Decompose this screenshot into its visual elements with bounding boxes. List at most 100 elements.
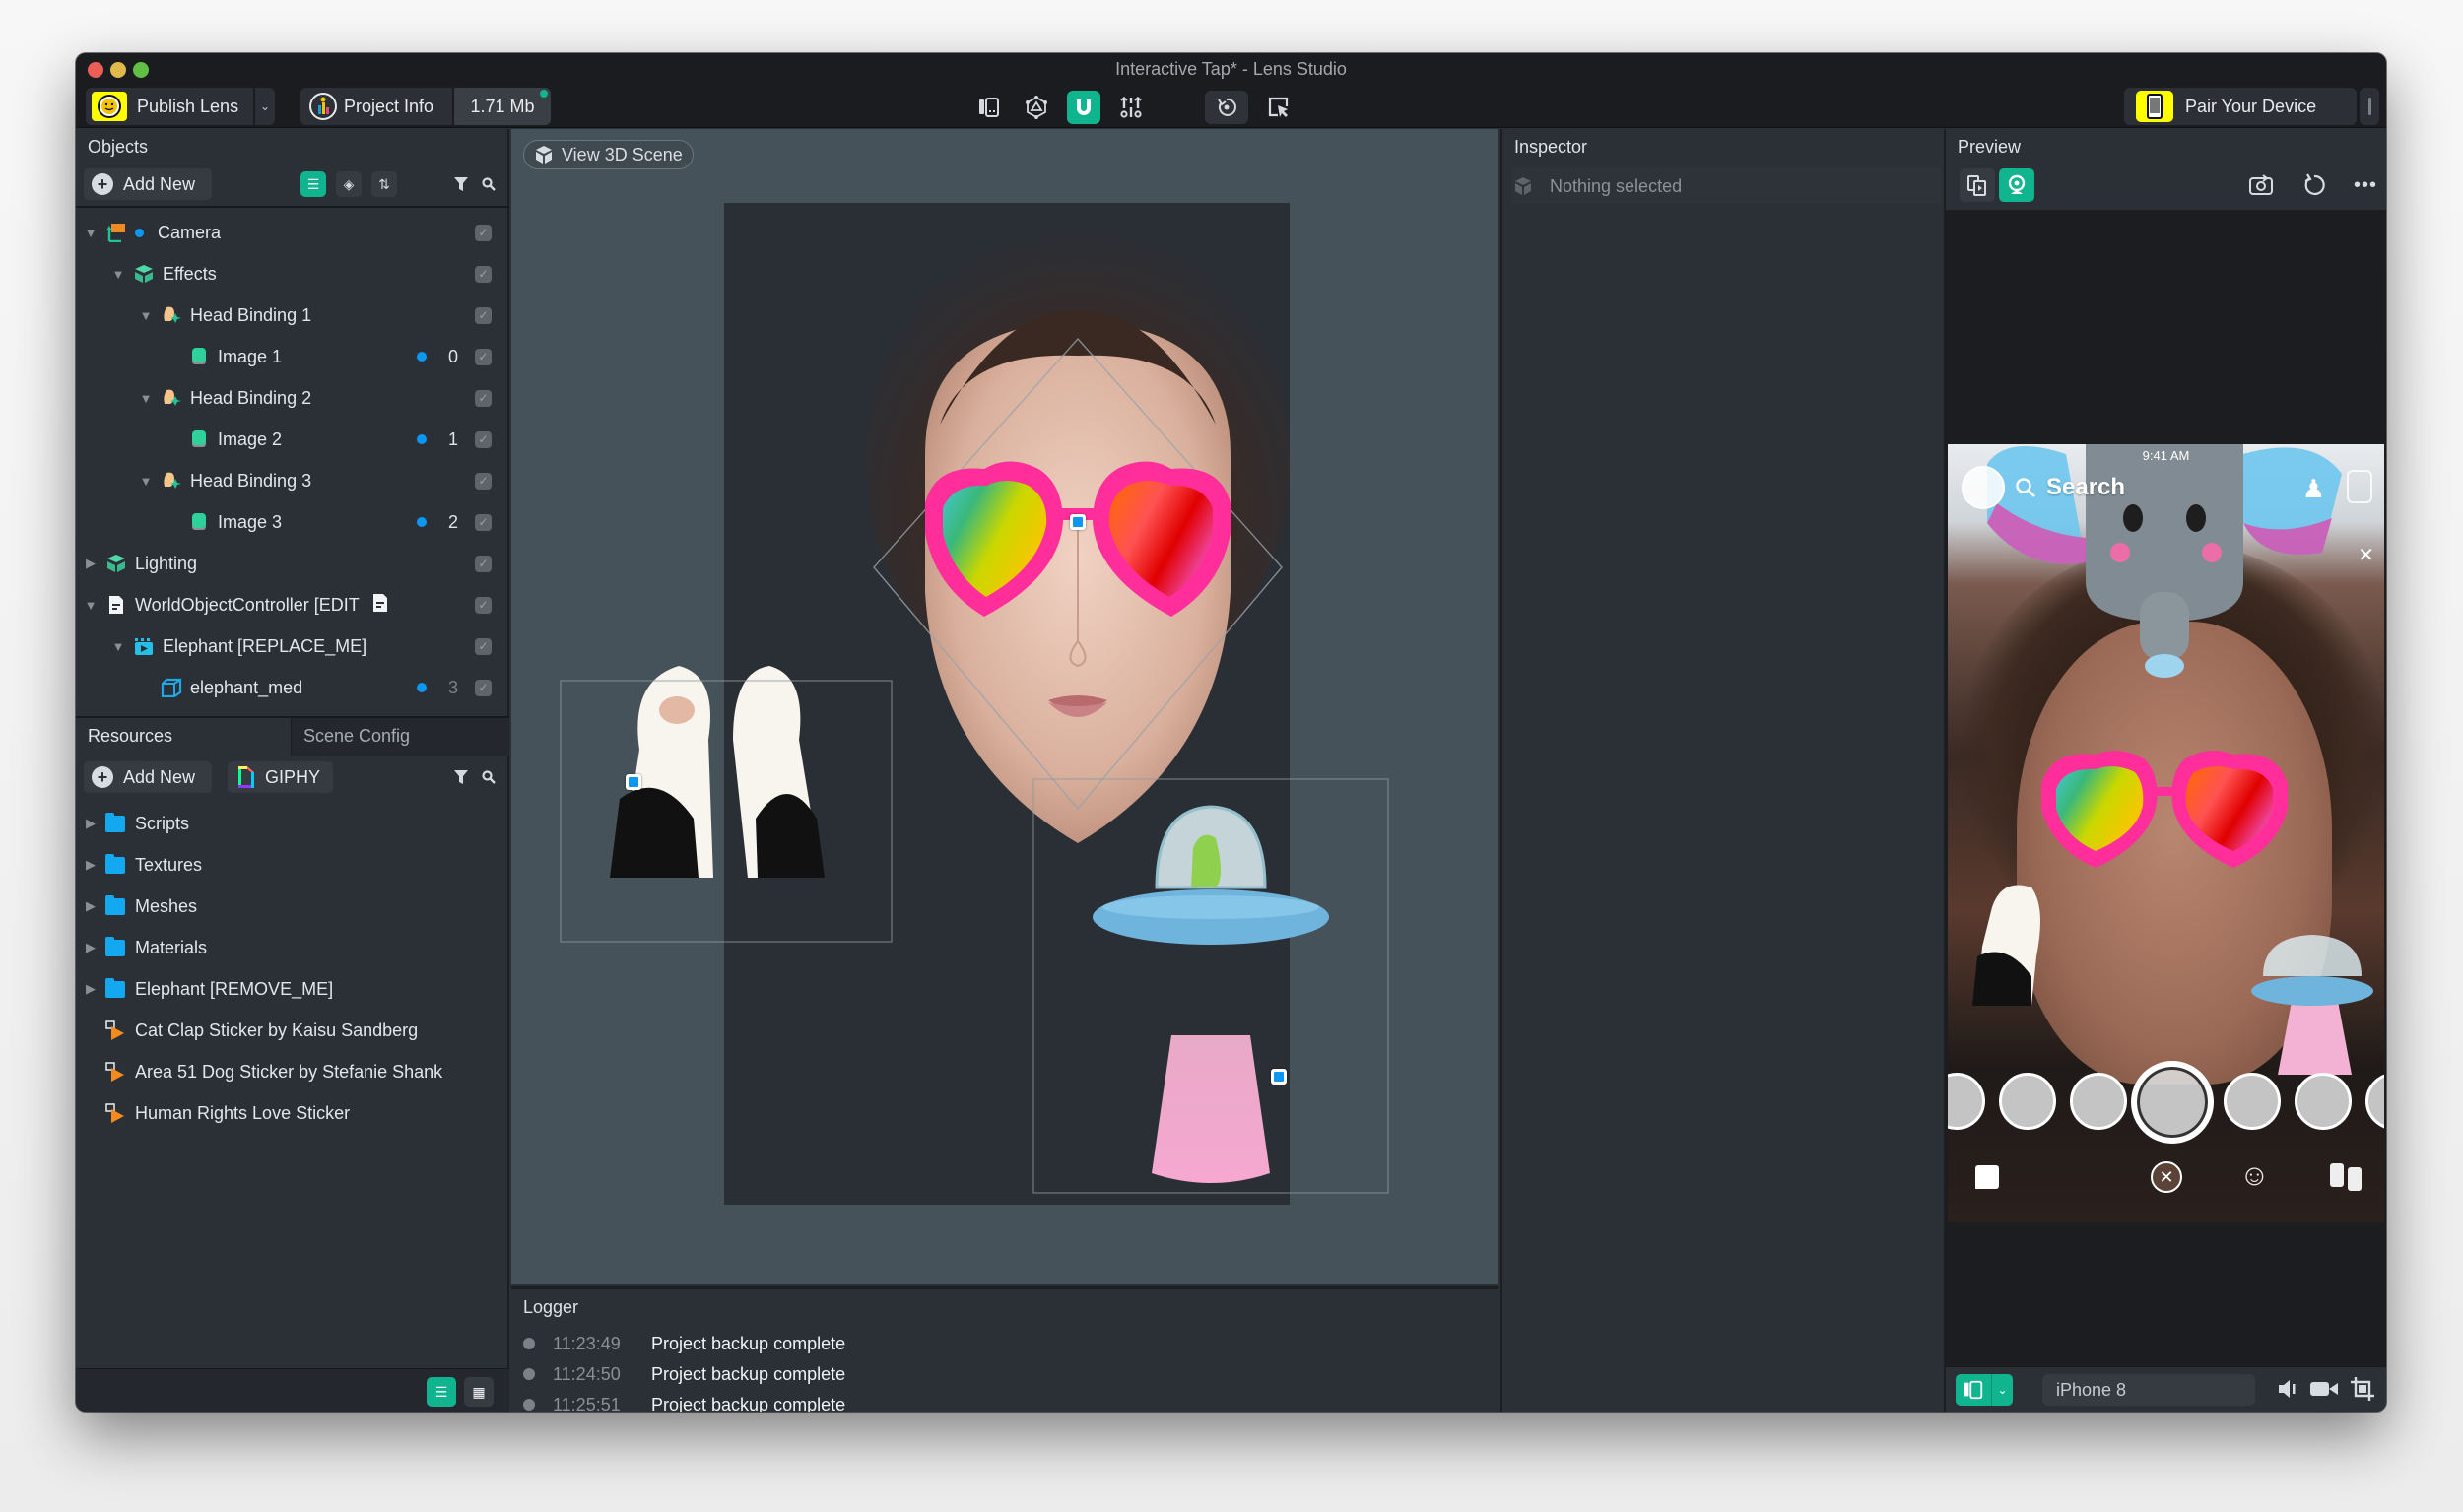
lens-option[interactable] <box>1999 1073 2056 1130</box>
graph-tool[interactable] <box>1020 91 1053 124</box>
snapping-tool[interactable] <box>1067 91 1100 124</box>
enabled-checkbox[interactable]: ✓ <box>475 348 492 365</box>
enabled-checkbox[interactable]: ✓ <box>475 637 492 655</box>
enabled-checkbox[interactable]: ✓ <box>475 513 492 531</box>
expand-arrow-icon[interactable]: ▶ <box>84 940 98 955</box>
tree-item[interactable]: ▼ Camera ✓ <box>76 212 509 253</box>
resource-item[interactable]: Human Rights Love Sticker <box>76 1092 509 1134</box>
tree-item[interactable]: ▼ Effects ✓ <box>76 253 509 295</box>
snapchat-avatar[interactable] <box>1962 466 2005 509</box>
reset-preview-button[interactable] <box>2297 168 2332 202</box>
enabled-checkbox[interactable]: ✓ <box>475 224 492 241</box>
resource-item[interactable]: Area 51 Dog Sticker by Stefanie Shank <box>76 1051 509 1092</box>
paws-transform-handle[interactable] <box>626 774 641 790</box>
publish-dropdown-button[interactable]: ⌄ <box>255 88 275 125</box>
resource-item[interactable]: ▶ Textures <box>76 844 509 886</box>
tree-item[interactable]: ▼ Elephant [REPLACE_ME] ✓ <box>76 625 509 667</box>
chat-icon[interactable] <box>1975 1165 1999 1189</box>
filter-button[interactable] <box>448 171 474 197</box>
collapse-arrow-icon[interactable]: ▼ <box>139 474 153 489</box>
collapse-arrow-icon[interactable]: ▼ <box>111 639 125 654</box>
enabled-checkbox[interactable]: ✓ <box>475 306 492 324</box>
resources-filter-button[interactable] <box>448 764 474 790</box>
tree-item[interactable]: ▶ Lighting ✓ <box>76 543 509 584</box>
flash-off-icon[interactable]: ✕ <box>2358 543 2374 567</box>
search-button[interactable] <box>476 171 501 197</box>
collapse-arrow-icon[interactable]: ▼ <box>139 308 153 323</box>
enabled-checkbox[interactable]: ✓ <box>475 265 492 283</box>
tree-item[interactable]: ▼ WorldObjectController [EDIT ✓ <box>76 584 509 625</box>
giphy-button[interactable]: GIPHY <box>228 761 333 793</box>
switch-camera-button[interactable] <box>2243 168 2279 202</box>
project-info-button[interactable]: Project Info <box>300 88 452 125</box>
hierarchy-view-button[interactable]: ☰ <box>300 171 326 197</box>
expand-arrow-icon[interactable]: ▶ <box>84 857 98 873</box>
tree-item[interactable]: Image 3 2 ✓ <box>76 501 509 543</box>
log-entry[interactable]: 11:25:51 Project backup complete <box>523 1390 1410 1412</box>
add-friend-icon[interactable]: ♟ <box>2302 474 2325 504</box>
expand-arrow-icon[interactable]: ▶ <box>84 556 98 571</box>
phone-preview-screen[interactable]: 9:41 AM Search ♟ ✕ ✕ ☺ <box>1948 444 2384 1222</box>
tree-item[interactable]: elephant_med 3 ✓ <box>76 667 509 708</box>
log-entry[interactable]: 11:23:49 Project backup complete <box>523 1329 1410 1358</box>
crop-button[interactable] <box>2350 1376 2375 1407</box>
pair-device-menu-button[interactable] <box>2360 88 2379 125</box>
close-lens-icon[interactable]: ✕ <box>2151 1161 2182 1193</box>
capture-button[interactable] <box>2131 1061 2214 1144</box>
layers-view-button[interactable]: ◈ <box>336 171 362 197</box>
resource-item[interactable]: ▶ Materials <box>76 927 509 968</box>
enabled-checkbox[interactable]: ✓ <box>475 596 492 614</box>
collapse-arrow-icon[interactable]: ▼ <box>84 598 98 613</box>
enabled-checkbox[interactable]: ✓ <box>475 472 492 490</box>
tree-item[interactable]: ▼ Head Binding 1 ✓ <box>76 295 509 336</box>
tree-item[interactable]: ▼ Head Binding 2 ✓ <box>76 377 509 419</box>
add-resource-button[interactable]: + Add New <box>84 761 212 793</box>
tab-scene-config[interactable]: Scene Config <box>291 718 509 756</box>
lens-option[interactable] <box>1948 1073 1985 1130</box>
face-lens-icon[interactable]: ☺ <box>2239 1159 2270 1193</box>
add-object-button[interactable]: + Add New <box>84 168 212 200</box>
lens-option[interactable] <box>2295 1073 2352 1130</box>
expand-arrow-icon[interactable]: ▶ <box>84 816 98 831</box>
resource-item[interactable]: ▶ Scripts <box>76 803 509 844</box>
preview-more-button[interactable]: ••• <box>2348 168 2383 202</box>
tree-item[interactable]: Image 2 1 ✓ <box>76 419 509 460</box>
enabled-checkbox[interactable]: ✓ <box>475 389 492 407</box>
enabled-checkbox[interactable]: ✓ <box>475 430 492 448</box>
lens-option[interactable] <box>2070 1073 2127 1130</box>
list-view-button[interactable]: ☰ <box>427 1377 456 1407</box>
preview-device-mode-button[interactable] <box>1960 168 1995 202</box>
audio-button[interactable] <box>2277 1379 2298 1404</box>
collapse-arrow-icon[interactable]: ▼ <box>139 391 153 406</box>
log-entry[interactable]: 11:24:50 Project backup complete <box>523 1359 1410 1389</box>
record-video-button[interactable] <box>2310 1380 2338 1403</box>
pair-device-button[interactable]: Pair Your Device <box>2124 88 2357 125</box>
resources-search-button[interactable] <box>476 764 501 790</box>
device-preview-tool[interactable] <box>972 91 1006 124</box>
tree-item[interactable]: Image 1 0 ✓ <box>76 336 509 377</box>
lens-option[interactable] <box>2224 1073 2281 1130</box>
flip-camera-icon[interactable] <box>2347 470 2372 503</box>
device-select[interactable]: iPhone 8 <box>2042 1374 2255 1406</box>
expand-arrow-icon[interactable]: ▶ <box>84 898 98 914</box>
sort-view-button[interactable]: ⇅ <box>371 171 397 197</box>
tree-item[interactable]: ▼ Head Binding 3 ✓ <box>76 460 509 501</box>
collapse-arrow-icon[interactable]: ▼ <box>111 267 125 282</box>
resource-item[interactable]: Cat Clap Sticker by Kaisu Sandberg <box>76 1010 509 1051</box>
adjustments-tool[interactable] <box>1114 91 1148 124</box>
select-tool[interactable] <box>1262 91 1296 124</box>
preview-webcam-button[interactable] <box>1999 168 2034 202</box>
ufo-transform-handle[interactable] <box>1271 1069 1287 1085</box>
resource-item[interactable]: ▶ Elephant [REMOVE_ME] <box>76 968 509 1010</box>
scene-viewport[interactable]: View 3D Scene <box>511 129 1498 1284</box>
snapchat-search-label[interactable]: Search <box>2046 474 2125 501</box>
tab-resources[interactable]: Resources <box>76 718 291 756</box>
enabled-checkbox[interactable]: ✓ <box>475 555 492 572</box>
enabled-checkbox[interactable]: ✓ <box>475 679 492 696</box>
expand-arrow-icon[interactable]: ▶ <box>84 981 98 997</box>
reset-preview-tool[interactable] <box>1205 91 1248 124</box>
device-type-button[interactable]: ⌄ <box>1956 1374 2013 1406</box>
lens-option[interactable] <box>2365 1073 2384 1130</box>
glasses-transform-handle[interactable] <box>1070 514 1086 530</box>
collapse-arrow-icon[interactable]: ▼ <box>84 226 98 240</box>
